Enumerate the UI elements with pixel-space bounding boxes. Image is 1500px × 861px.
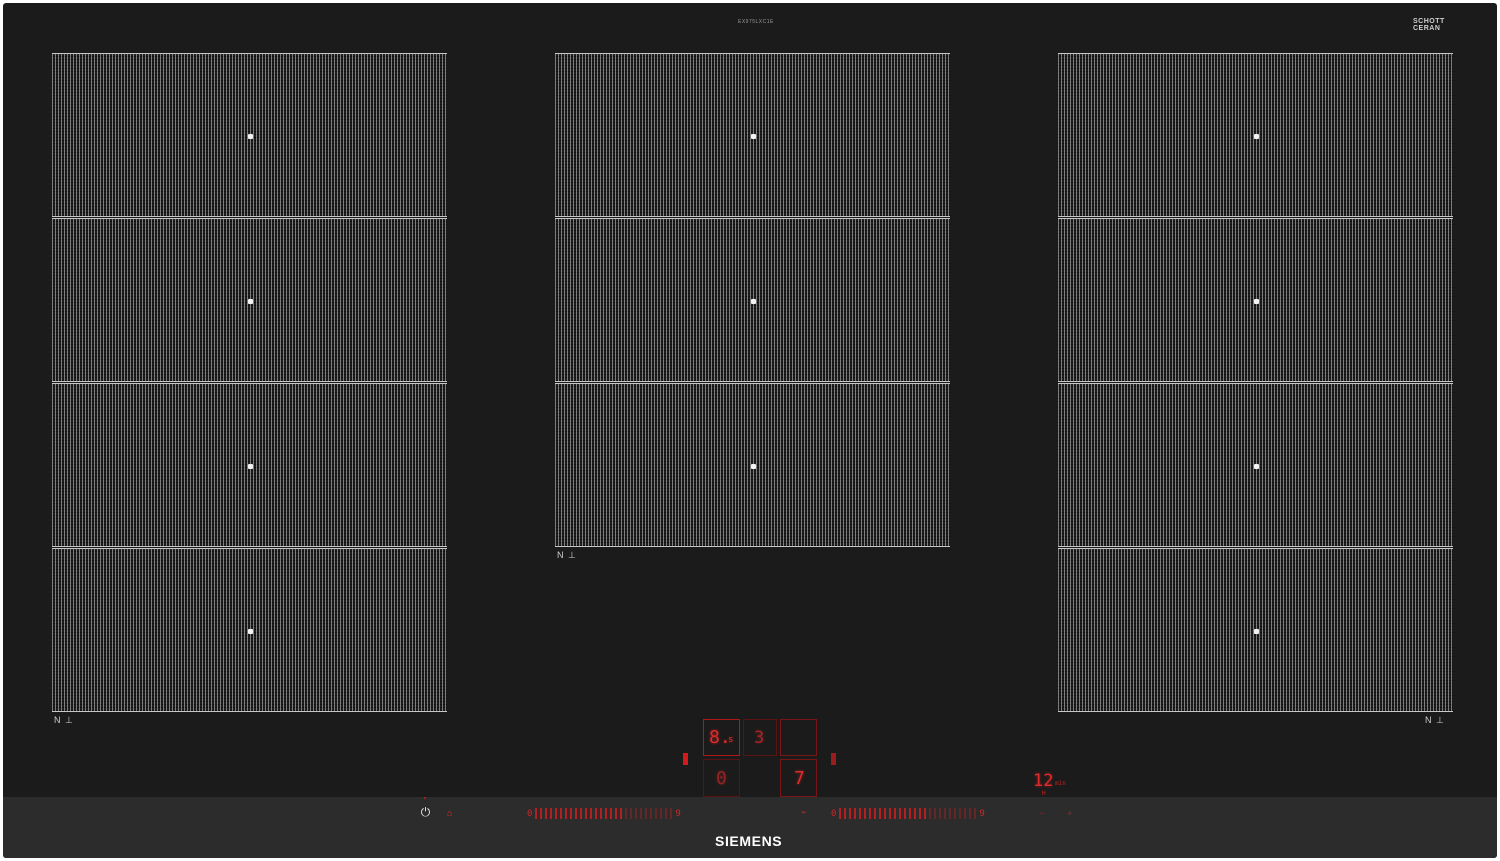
zone-center-dot bbox=[750, 299, 756, 304]
zone-select-right-indicator[interactable] bbox=[831, 753, 836, 765]
zone-segment[interactable] bbox=[555, 53, 950, 217]
model-code: EX975LXC1E bbox=[738, 19, 774, 25]
brand-logo: SIEMENS bbox=[715, 833, 783, 849]
secondary-level-display: 3 bbox=[754, 728, 765, 748]
zone-segment[interactable] bbox=[52, 383, 447, 547]
zone-segment[interactable] bbox=[52, 218, 447, 382]
cooking-zone-middle[interactable] bbox=[555, 53, 950, 547]
slider-right-max: 9 bbox=[979, 808, 985, 819]
cooking-zone-left[interactable] bbox=[52, 53, 447, 712]
induction-cooktop: EX975LXC1E SCHOTT CERAN N ⊥ N ⊥ N ⊥ 8. s… bbox=[3, 3, 1497, 858]
power-button[interactable]: ⏻ bbox=[419, 806, 432, 819]
glass-brand-line2: CERAN bbox=[1413, 25, 1441, 32]
glass-brand-line1: SCHOTT bbox=[1413, 18, 1445, 25]
display-left-lower-box[interactable]: 0 bbox=[703, 759, 740, 797]
zone-center-dot bbox=[247, 299, 253, 304]
zone-segment[interactable] bbox=[1058, 548, 1453, 712]
primary-level-suffix: s bbox=[728, 735, 734, 745]
boost-button[interactable]: ⌁ bbox=[801, 808, 806, 818]
power-slider-left[interactable]: 0 9 bbox=[527, 807, 681, 820]
zone-mark-middle: N ⊥ bbox=[557, 550, 577, 560]
cooking-zone-right[interactable] bbox=[1058, 53, 1453, 712]
display-primary-box[interactable]: 8. s bbox=[703, 719, 740, 756]
power-slider-right[interactable]: 0 9 bbox=[831, 807, 985, 820]
lock-icon[interactable]: ⌂ bbox=[447, 809, 452, 819]
zone-segment[interactable] bbox=[1058, 383, 1453, 547]
zone-center-dot bbox=[1253, 134, 1259, 139]
zone-mark-left: N ⊥ bbox=[54, 715, 74, 725]
zone-segment[interactable] bbox=[1058, 218, 1453, 382]
zone-center-dot bbox=[1253, 464, 1259, 469]
left-bottom-digit: 0 bbox=[716, 768, 727, 789]
display-right-lower-box[interactable]: 7 bbox=[780, 759, 817, 797]
display-right-upper-box[interactable] bbox=[780, 719, 817, 756]
timer-plus-button[interactable]: + bbox=[1067, 809, 1072, 819]
slider-left-max: 9 bbox=[675, 808, 681, 819]
slider-left-min: 0 bbox=[527, 808, 533, 819]
power-icon: ⏻ bbox=[420, 805, 431, 819]
zone-center-dot bbox=[1253, 629, 1259, 634]
zone-center-dot bbox=[750, 134, 756, 139]
timer-unit: min bbox=[1055, 780, 1066, 787]
timer-display[interactable]: 12 bbox=[1033, 771, 1053, 791]
timer-indicator: H bbox=[1042, 790, 1046, 797]
slider-right-min: 0 bbox=[831, 808, 837, 819]
zone-segment[interactable] bbox=[52, 53, 447, 217]
zone-select-left-indicator[interactable] bbox=[683, 753, 688, 765]
zone-center-dot bbox=[247, 464, 253, 469]
zone-mark-right: N ⊥ bbox=[1425, 715, 1445, 725]
display-secondary-box[interactable]: 3 bbox=[743, 719, 777, 756]
zone-segment[interactable] bbox=[555, 218, 950, 382]
zone-center-dot bbox=[247, 629, 253, 634]
zone-center-dot bbox=[1253, 299, 1259, 304]
glass-brand-logo: SCHOTT CERAN bbox=[1413, 18, 1445, 32]
zone-segment[interactable] bbox=[52, 548, 447, 712]
zone-segment[interactable] bbox=[1058, 53, 1453, 217]
zone-segment[interactable] bbox=[555, 383, 950, 547]
zone-center-dot bbox=[750, 464, 756, 469]
zone-center-dot bbox=[247, 134, 253, 139]
power-indicator-dot: ▾ bbox=[423, 795, 427, 802]
timer-minus-button[interactable]: − bbox=[1039, 809, 1044, 819]
right-bottom-digit: 7 bbox=[794, 768, 805, 789]
